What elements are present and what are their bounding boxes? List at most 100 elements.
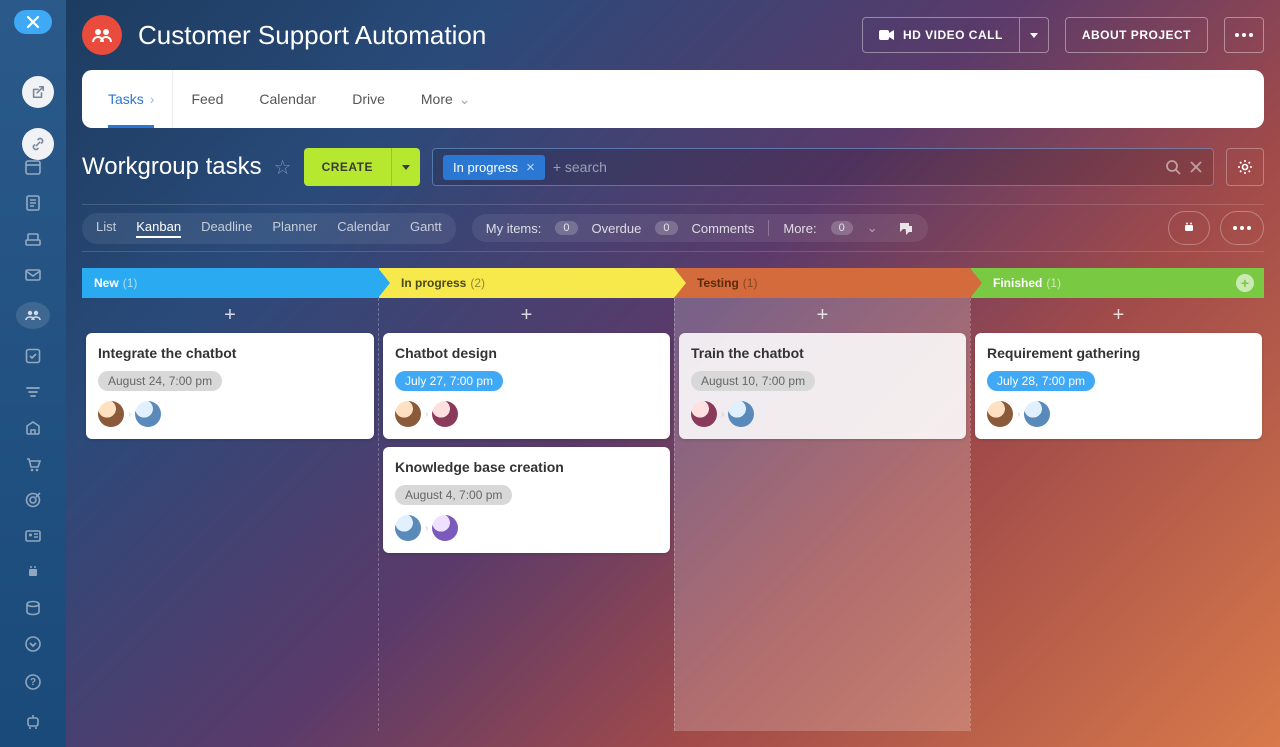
column-count: (1) [1046, 276, 1061, 290]
section-title: Workgroup tasks [82, 153, 262, 181]
card-title: Knowledge base creation [395, 459, 658, 475]
kanban-card[interactable]: Requirement gathering July 28, 7:00 pm › [975, 333, 1262, 439]
rail-filter-icon[interactable] [22, 383, 44, 401]
rail-expand-icon[interactable] [22, 635, 44, 653]
settings-button[interactable] [1226, 148, 1264, 186]
rail-close-button[interactable] [14, 10, 52, 34]
favorite-star-icon[interactable]: ☆ [274, 155, 292, 180]
filter-chip[interactable]: In progress× [443, 155, 545, 180]
rail-id-icon[interactable] [22, 527, 44, 545]
filter-row: List Kanban Deadline Planner Calendar Ga… [82, 204, 1264, 252]
card-title: Requirement gathering [987, 345, 1250, 361]
rail-doc-icon[interactable] [22, 194, 44, 212]
column-header[interactable]: Finished(1)+ [971, 268, 1264, 298]
add-card-button[interactable]: + [82, 298, 378, 333]
nav-more[interactable]: More⌄ [403, 70, 489, 128]
more-count: 0 [831, 221, 853, 235]
kanban-card[interactable]: Train the chatbot August 10, 7:00 pm › [679, 333, 966, 439]
robot-button[interactable] [1168, 211, 1210, 245]
nav-tasks[interactable]: Tasks› [90, 70, 172, 128]
rail-cart-icon[interactable] [22, 455, 44, 473]
add-card-button[interactable]: + [971, 298, 1264, 333]
more-actions-button[interactable] [1220, 211, 1264, 245]
column-count: (2) [470, 276, 485, 290]
column-finished: Finished(1)+ + Requirement gathering Jul… [970, 268, 1264, 731]
avatar[interactable] [135, 401, 161, 427]
rail-bot-icon[interactable] [22, 711, 44, 733]
view-planner[interactable]: Planner [272, 219, 317, 238]
create-dropdown[interactable] [391, 148, 420, 186]
add-column-button[interactable]: + [1236, 274, 1254, 292]
chat-icon[interactable] [898, 220, 914, 236]
comments-count: 0 [655, 221, 677, 235]
card-title: Chatbot design [395, 345, 658, 361]
card-date: August 10, 7:00 pm [691, 371, 815, 391]
filter-row-right [1168, 211, 1264, 245]
avatar[interactable] [691, 401, 717, 427]
avatar[interactable] [987, 401, 1013, 427]
view-gantt[interactable]: Gantt [410, 219, 442, 238]
view-kanban[interactable]: Kanban [136, 219, 181, 238]
add-card-button[interactable]: + [675, 298, 970, 333]
rail-android-icon[interactable] [22, 563, 44, 581]
view-calendar[interactable]: Calendar [337, 219, 390, 238]
rail-link-icon[interactable] [22, 128, 54, 160]
project-nav: Tasks› Feed Calendar Drive More⌄ [82, 70, 1264, 128]
comments-label[interactable]: Comments [692, 221, 755, 236]
kanban-card[interactable]: Chatbot design July 27, 7:00 pm › [383, 333, 670, 439]
avatar[interactable] [432, 515, 458, 541]
rail-help-icon[interactable]: ? [22, 671, 44, 693]
view-list[interactable]: List [96, 219, 116, 238]
toolbar: Workgroup tasks ☆ CREATE In progress× [82, 148, 1264, 186]
rail-group-icon[interactable] [16, 302, 50, 329]
search-clear-icon[interactable] [1189, 160, 1203, 174]
rail-company-icon[interactable] [22, 419, 44, 437]
add-card-button[interactable]: + [379, 298, 674, 333]
project-logo-icon [82, 15, 122, 55]
video-call-button[interactable]: HD VIDEO CALL [863, 18, 1019, 52]
avatar[interactable] [728, 401, 754, 427]
chevron-down-icon: ⌄ [459, 91, 471, 108]
chip-remove-icon[interactable]: × [526, 159, 535, 176]
avatar[interactable] [98, 401, 124, 427]
project-title: Customer Support Automation [138, 20, 846, 51]
search-icon[interactable] [1165, 159, 1181, 175]
rail-target-icon[interactable] [22, 491, 44, 509]
rail-check-icon[interactable] [22, 347, 44, 365]
my-items-group: My items: 0 Overdue 0 Comments More: 0 ⌄ [472, 214, 928, 242]
search-input[interactable] [553, 159, 1157, 175]
column-header[interactable]: In progress(2) [379, 268, 674, 298]
rail-share-icon[interactable] [22, 76, 54, 108]
create-button[interactable]: CREATE [304, 148, 391, 186]
header-more-button[interactable] [1224, 17, 1264, 53]
chevron-down-icon [1030, 33, 1038, 38]
nav-feed[interactable]: Feed [173, 70, 241, 128]
video-call-dropdown[interactable] [1019, 18, 1048, 52]
avatar[interactable] [432, 401, 458, 427]
rail-calendar-icon[interactable] [22, 158, 44, 176]
avatar[interactable] [395, 515, 421, 541]
more-label[interactable]: More: [783, 221, 816, 236]
card-title: Train the chatbot [691, 345, 954, 361]
view-deadline[interactable]: Deadline [201, 219, 252, 238]
arrow-icon: › [721, 409, 724, 420]
arrow-icon: › [425, 409, 428, 420]
nav-drive[interactable]: Drive [334, 70, 403, 128]
column-header[interactable]: Testing(1) [675, 268, 970, 298]
column-header[interactable]: New(1) [82, 268, 378, 298]
dots-icon [1233, 226, 1251, 230]
nav-calendar[interactable]: Calendar [241, 70, 334, 128]
rail-db-icon[interactable] [22, 599, 44, 617]
about-project-button[interactable]: ABOUT PROJECT [1065, 17, 1208, 53]
rail-drive-icon[interactable] [22, 230, 44, 248]
kanban-card[interactable]: Knowledge base creation August 4, 7:00 p… [383, 447, 670, 553]
kanban-card[interactable]: Integrate the chatbot August 24, 7:00 pm… [86, 333, 374, 439]
arrow-icon: › [425, 523, 428, 534]
left-rail: ? [0, 0, 66, 747]
avatar[interactable] [395, 401, 421, 427]
main-area: Customer Support Automation HD VIDEO CAL… [66, 0, 1280, 747]
overdue-label[interactable]: Overdue [592, 221, 642, 236]
avatar[interactable] [1024, 401, 1050, 427]
column-count: (1) [123, 276, 138, 290]
rail-mail-icon[interactable] [22, 266, 44, 284]
